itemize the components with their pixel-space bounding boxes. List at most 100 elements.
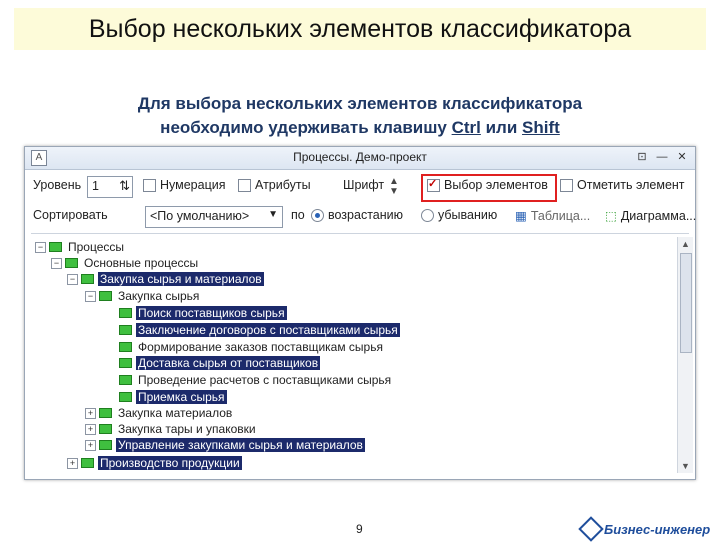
close-icon[interactable]: ✕ xyxy=(675,150,689,164)
scroll-up-icon[interactable]: ▲ xyxy=(678,237,693,251)
descending-label: убыванию xyxy=(438,208,498,222)
tree-item-label[interactable]: Закупка тары и упаковки xyxy=(116,422,258,436)
level-label: Уровень xyxy=(33,178,82,192)
slide-subtitle: Для выбора нескольких элементов классифи… xyxy=(0,92,720,140)
collapse-icon[interactable]: − xyxy=(85,290,96,302)
expand-icon[interactable]: + xyxy=(85,407,96,419)
page-number: 9 xyxy=(356,522,363,536)
company-logo: Бизнес-инженер xyxy=(578,516,710,542)
tree-item-label[interactable]: Управление закупками сырья и материалов xyxy=(116,438,365,452)
font-down-icon[interactable]: ▼ xyxy=(389,186,399,197)
select-elements-checkbox[interactable]: Выбор элементов xyxy=(427,177,548,192)
mark-element-checkbox[interactable]: Отметить элемент xyxy=(560,178,685,192)
level-value[interactable]: 1 xyxy=(92,179,99,193)
scroll-down-icon[interactable]: ▼ xyxy=(678,459,693,473)
tree-item-label[interactable]: Приемка сырья xyxy=(136,390,227,404)
slide-title-text: Выбор нескольких элементов классификатор… xyxy=(88,14,632,43)
tree-item[interactable]: − Закупка сырья xyxy=(85,288,201,304)
collapse-icon[interactable]: − xyxy=(51,257,62,269)
process-node-icon xyxy=(99,291,112,301)
subtitle-key-shift: Shift xyxy=(522,118,560,137)
tree-item-label[interactable]: Доставка сырья от поставщиков xyxy=(136,356,321,370)
classifier-window: A Процессы. Демо-проект ⊡ — ✕ Уровень 1 … xyxy=(24,146,696,480)
tree-item-label[interactable]: Проведение расчетов с поставщиками сырья xyxy=(136,373,393,387)
process-node-icon xyxy=(119,392,132,402)
tree-item[interactable]: Поиск поставщиков сырья xyxy=(119,305,287,321)
process-node-icon xyxy=(119,325,132,335)
table-button[interactable]: ▦ Таблица... xyxy=(515,208,591,224)
attributes-checkbox[interactable]: Атрибуты xyxy=(238,178,311,192)
select-elements-label: Выбор элементов xyxy=(444,178,548,192)
ascending-radio[interactable]: возрастанию xyxy=(311,208,403,222)
level-stepper[interactable]: 1 ⇅ xyxy=(87,176,133,198)
tree-item-label[interactable]: Основные процессы xyxy=(82,256,200,270)
tree-item-label[interactable]: Заключение договоров с поставщиками сырь… xyxy=(136,323,400,337)
tree-item[interactable]: Проведение расчетов с поставщиками сырья xyxy=(119,372,393,388)
toolbar-sort: Сортировать <По умолчанию> ▼ по возраста… xyxy=(25,203,697,231)
select-elements-checkbox-box[interactable] xyxy=(427,177,440,192)
stepper-arrows-icon[interactable]: ⇅ xyxy=(119,178,130,194)
collapse-icon[interactable]: − xyxy=(35,241,46,253)
chevron-down-icon[interactable]: ▼ xyxy=(268,209,278,220)
attributes-checkbox-box[interactable] xyxy=(238,178,251,192)
process-node-icon xyxy=(119,375,132,385)
tree-item[interactable]: − Основные процессы xyxy=(51,255,200,271)
attributes-label: Атрибуты xyxy=(255,178,311,192)
tree-item-label[interactable]: Закупка сырья xyxy=(116,289,201,303)
descending-radio[interactable]: убыванию xyxy=(421,208,497,222)
process-node-icon xyxy=(119,308,132,318)
scrollbar-thumb[interactable] xyxy=(680,253,692,353)
tree-item[interactable]: Приемка сырья xyxy=(119,389,227,405)
ascending-radio-dot[interactable] xyxy=(311,208,324,222)
logo-icon xyxy=(578,516,604,542)
restore-icon[interactable]: ⊡ xyxy=(635,150,649,164)
tree-item[interactable]: Заключение договоров с поставщиками сырь… xyxy=(119,322,400,338)
tree-item-label[interactable]: Процессы xyxy=(66,240,126,254)
diagram-button[interactable]: ⬚ Диаграмма... xyxy=(605,208,697,224)
window-caption: Процессы. Демо-проект xyxy=(293,150,427,164)
tree-item-label[interactable]: Поиск поставщиков сырья xyxy=(136,306,287,320)
tree-item[interactable]: − Закупка сырья и материалов xyxy=(67,271,264,287)
font-label: Шрифт xyxy=(343,178,385,192)
tree-item[interactable]: Доставка сырья от поставщиков xyxy=(119,355,321,371)
collapse-icon[interactable]: − xyxy=(67,273,78,285)
numbering-label: Нумерация xyxy=(160,178,226,192)
tree-item-label[interactable]: Производство продукции xyxy=(98,456,242,470)
subtitle-line1: Для выбора нескольких элементов классифи… xyxy=(137,94,583,113)
sort-label: Сортировать xyxy=(33,208,108,222)
expand-icon[interactable]: + xyxy=(85,439,96,451)
tree-item[interactable]: + Производство продукции xyxy=(67,455,242,471)
toolbar-top: Уровень 1 ⇅ Нумерация Атрибуты Шрифт ▲ ▼… xyxy=(25,173,695,202)
sort-dropdown[interactable]: <По умолчанию> ▼ xyxy=(145,206,283,228)
tree-item[interactable]: − Процессы xyxy=(35,239,126,255)
numbering-checkbox[interactable]: Нумерация xyxy=(143,178,226,192)
mark-element-checkbox-box[interactable] xyxy=(560,178,573,192)
tree-item[interactable]: + Закупка тары и упаковки xyxy=(85,421,258,437)
process-node-icon xyxy=(65,258,78,268)
table-label: Таблица... xyxy=(530,208,591,223)
expand-icon[interactable]: + xyxy=(85,423,96,435)
tree-item-label[interactable]: Формирование заказов поставщикам сырья xyxy=(136,340,385,354)
minimize-icon[interactable]: — xyxy=(655,150,669,164)
diagram-icon: ⬚ xyxy=(605,209,617,223)
window-titlebar[interactable]: A Процессы. Демо-проект ⊡ — ✕ xyxy=(25,147,695,170)
tree-item-label[interactable]: Закупка материалов xyxy=(116,406,234,420)
table-icon: ▦ xyxy=(515,209,527,223)
diagram-label: Диаграмма... xyxy=(620,208,697,223)
tree-item[interactable]: Формирование заказов поставщикам сырья xyxy=(119,339,385,355)
sort-value[interactable]: <По умолчанию> xyxy=(150,209,249,223)
tree-item[interactable]: + Закупка материалов xyxy=(85,405,234,421)
numbering-checkbox-box[interactable] xyxy=(143,178,156,192)
subtitle-key-ctrl: Ctrl xyxy=(451,118,481,137)
process-node-icon xyxy=(119,342,132,352)
subtitle-prefix: необходимо удерживать клавишу xyxy=(160,118,452,137)
mark-element-label: Отметить элемент xyxy=(577,178,685,192)
process-node-icon xyxy=(119,358,132,368)
tree-scrollbar[interactable]: ▲ ▼ xyxy=(677,237,693,473)
tree-item[interactable]: + Управление закупками сырья и материалов xyxy=(85,437,365,453)
descending-radio-dot[interactable] xyxy=(421,208,434,222)
process-node-icon xyxy=(99,408,112,418)
expand-icon[interactable]: + xyxy=(67,457,78,469)
font-size-stepper[interactable]: ▲ ▼ xyxy=(387,176,407,197)
tree-item-label[interactable]: Закупка сырья и материалов xyxy=(98,272,264,286)
